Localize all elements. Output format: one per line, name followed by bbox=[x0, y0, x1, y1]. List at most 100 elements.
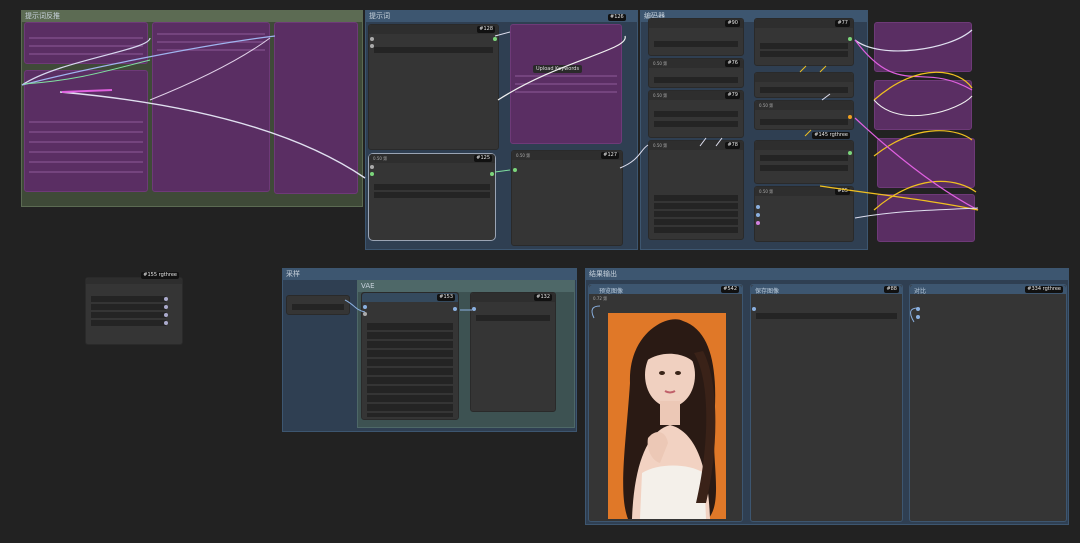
text-line bbox=[29, 141, 143, 143]
widget-bar[interactable] bbox=[654, 227, 738, 233]
widget-bar[interactable] bbox=[654, 77, 738, 83]
node-id-badge: #125 bbox=[474, 155, 492, 162]
node-id-badge: #76 bbox=[725, 60, 740, 67]
input-dot-icon[interactable] bbox=[472, 307, 476, 311]
preview-node-4[interactable] bbox=[877, 194, 975, 242]
text-line bbox=[515, 91, 617, 93]
node-85-b[interactable]: #85 0.50 第 bbox=[754, 186, 854, 242]
widget-bar[interactable] bbox=[756, 313, 897, 319]
sampler-input-node[interactable] bbox=[286, 295, 350, 315]
input-dot-icon[interactable] bbox=[916, 315, 920, 319]
input-dot-icon[interactable] bbox=[756, 205, 760, 209]
portrait-image bbox=[608, 313, 726, 519]
node-88-save[interactable]: 保存图像 #88 bbox=[750, 284, 903, 522]
widget-bar[interactable] bbox=[760, 43, 848, 49]
output-dot-icon[interactable] bbox=[848, 115, 852, 119]
input-dot-icon[interactable] bbox=[756, 221, 760, 225]
widget-bar[interactable] bbox=[374, 192, 490, 198]
text-line bbox=[29, 53, 143, 55]
group-title: VAE bbox=[358, 281, 574, 292]
output-dot-icon[interactable] bbox=[490, 172, 494, 176]
node-78[interactable]: #78 0.50 第 bbox=[648, 140, 744, 240]
widget-bar[interactable] bbox=[654, 121, 738, 127]
toggle-dot-icon[interactable] bbox=[164, 297, 168, 301]
node-label: 0.50 第 bbox=[759, 189, 774, 194]
input-dot-icon[interactable] bbox=[752, 307, 756, 311]
widget-bar[interactable] bbox=[374, 47, 493, 53]
widget-bar[interactable] bbox=[654, 195, 738, 201]
toggle-dot-icon[interactable] bbox=[164, 305, 168, 309]
node-title: 预览图像 bbox=[599, 288, 624, 295]
widget-bar[interactable] bbox=[91, 296, 166, 302]
node-542-preview[interactable]: 预览图像 #542 0.72 第 bbox=[588, 284, 743, 522]
node-126-text[interactable] bbox=[510, 24, 622, 144]
text-node-a[interactable] bbox=[24, 22, 148, 64]
output-dot-icon[interactable] bbox=[848, 151, 852, 155]
widget-bar[interactable] bbox=[91, 320, 166, 326]
widget-bar[interactable] bbox=[654, 211, 738, 217]
input-dot-icon[interactable] bbox=[513, 168, 517, 172]
input-dot-icon[interactable] bbox=[370, 172, 374, 176]
upload-tooltip: Upload Keywords bbox=[533, 65, 583, 73]
text-line bbox=[515, 83, 617, 85]
text-line bbox=[29, 151, 143, 153]
input-dot-icon[interactable] bbox=[363, 312, 367, 316]
toggle-dot-icon[interactable] bbox=[164, 313, 168, 317]
node-145[interactable]: #145 rgthree 0.50 第 bbox=[754, 100, 854, 139]
output-dot-icon[interactable] bbox=[453, 307, 457, 311]
output-dot-icon[interactable] bbox=[848, 37, 852, 41]
preview-node-2[interactable] bbox=[874, 80, 972, 130]
input-dot-icon[interactable] bbox=[916, 307, 920, 311]
node-132[interactable]: #132 bbox=[470, 292, 556, 412]
output-dot-icon[interactable] bbox=[493, 37, 497, 41]
preview-node-3[interactable] bbox=[877, 138, 975, 188]
text-line bbox=[29, 121, 143, 123]
widget-list[interactable] bbox=[367, 323, 453, 417]
node-334-compare[interactable]: 对比 #334 rgthree bbox=[909, 284, 1067, 522]
input-dot-icon[interactable] bbox=[370, 165, 374, 169]
node-id-badge: #85 bbox=[835, 188, 850, 195]
widget-bar[interactable] bbox=[91, 304, 166, 310]
text-node-d[interactable] bbox=[274, 22, 358, 194]
node-90[interactable]: #90 bbox=[648, 18, 744, 56]
node-79[interactable]: #79 0.50 第 bbox=[648, 90, 744, 138]
input-dot-icon[interactable] bbox=[363, 305, 367, 309]
widget-bar[interactable] bbox=[760, 87, 848, 93]
input-dot-icon[interactable] bbox=[370, 37, 374, 41]
widget-bar[interactable] bbox=[654, 219, 738, 225]
portrait-image-svg bbox=[608, 313, 726, 519]
node-76[interactable]: #76 0.50 第 bbox=[648, 58, 744, 88]
text-line bbox=[29, 37, 143, 39]
widget-bar[interactable] bbox=[760, 119, 848, 125]
text-line bbox=[157, 49, 265, 51]
widget-bar[interactable] bbox=[374, 184, 490, 190]
widget-bar[interactable] bbox=[654, 41, 738, 47]
text-node-c[interactable] bbox=[152, 22, 270, 192]
node-77[interactable]: #77 bbox=[754, 18, 854, 66]
node-85-top[interactable] bbox=[754, 72, 854, 98]
toggle-dot-icon[interactable] bbox=[164, 321, 168, 325]
input-dot-icon[interactable] bbox=[756, 213, 760, 217]
node-label: 0.50 第 bbox=[516, 153, 531, 158]
node-128[interactable]: #128 bbox=[368, 24, 499, 150]
node-id-badge: #79 bbox=[725, 92, 740, 99]
node-id-badge: #127 bbox=[601, 152, 619, 159]
widget-bar[interactable] bbox=[654, 111, 738, 117]
node-label: 0.50 第 bbox=[653, 93, 668, 98]
widget-bar[interactable] bbox=[760, 155, 848, 161]
text-node-b[interactable] bbox=[24, 70, 148, 192]
node-125[interactable]: #125 0.50 第 bbox=[368, 153, 496, 241]
node-85[interactable] bbox=[754, 140, 854, 184]
widget-bar[interactable] bbox=[760, 51, 848, 57]
node-127[interactable]: #127 0.50 第 bbox=[511, 150, 623, 246]
text-line bbox=[29, 131, 143, 133]
node-153[interactable]: #153 bbox=[361, 292, 459, 420]
node-155[interactable]: #155 rgthree bbox=[85, 272, 183, 345]
widget-bar[interactable] bbox=[476, 315, 550, 321]
widget-bar[interactable] bbox=[91, 312, 166, 318]
widget-bar[interactable] bbox=[654, 203, 738, 209]
node-id-badge: #155 rgthree bbox=[141, 272, 179, 279]
preview-node-1[interactable] bbox=[874, 22, 972, 72]
widget-bar[interactable] bbox=[292, 304, 344, 310]
widget-bar[interactable] bbox=[760, 165, 848, 171]
